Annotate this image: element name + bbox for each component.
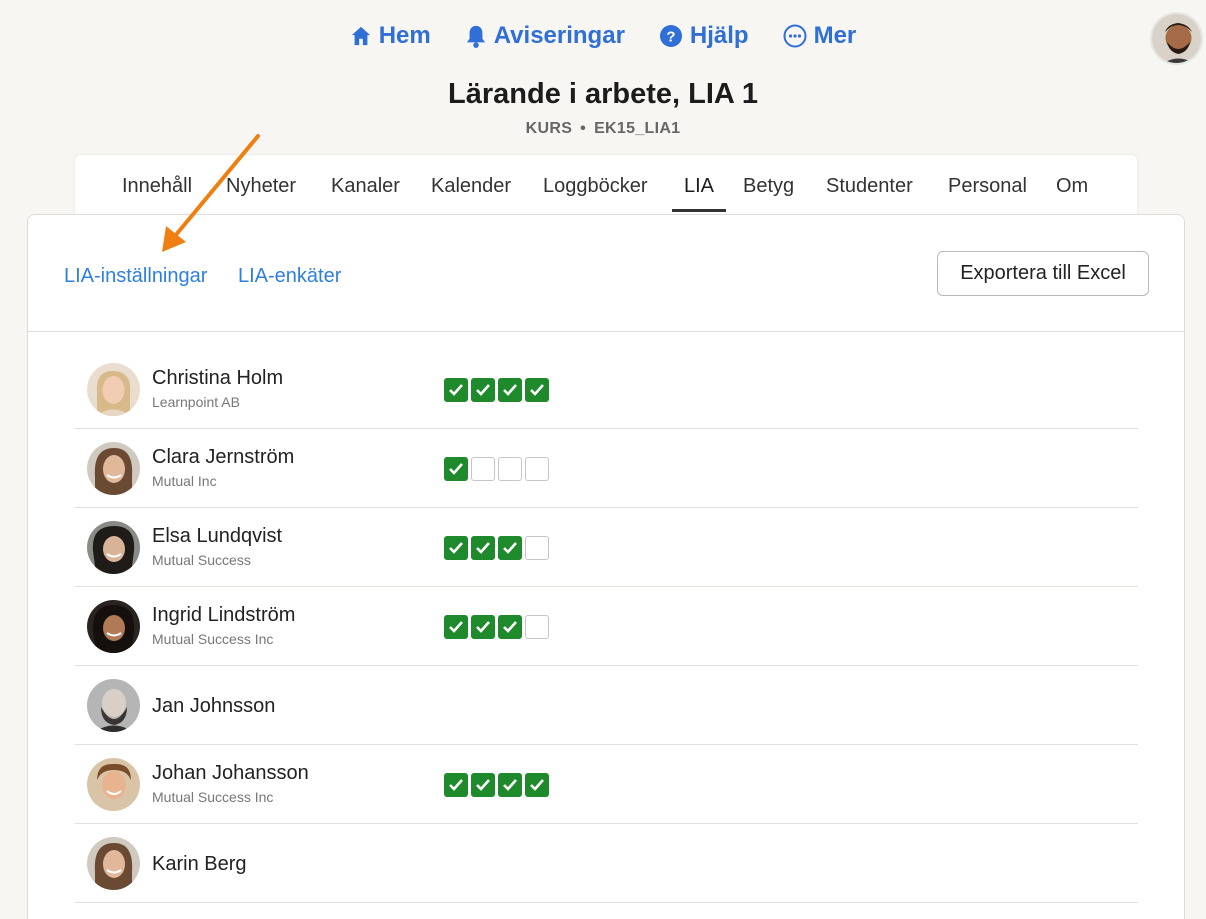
student-avatar (87, 442, 140, 495)
student-row[interactable]: Christina Holm Learnpoint AB (75, 350, 1138, 429)
student-row[interactable]: Jan Johnsson (75, 666, 1138, 745)
course-subtitle: KURS • EK15_LIA1 (0, 120, 1206, 138)
check-icon (444, 457, 468, 481)
check-icon (525, 378, 549, 402)
student-avatar (87, 679, 140, 732)
student-company: Mutual Success (152, 552, 251, 568)
student-name: Karin Berg (152, 853, 247, 875)
tab-betyg[interactable]: Betyg (743, 175, 794, 198)
student-list: Christina Holm Learnpoint AB Clara Jerns… (75, 350, 1138, 903)
student-company: Mutual Inc (152, 473, 217, 489)
student-name: Johan Johansson (152, 762, 309, 784)
empty-checkbox (525, 536, 549, 560)
top-navigation: Hem Aviseringar ? Hjälp Mer (0, 22, 1206, 50)
student-row[interactable]: Clara Jernström Mutual Inc (75, 429, 1138, 508)
check-icon (471, 615, 495, 639)
lia-settings-link[interactable]: LIA-inställningar (64, 265, 207, 288)
progress-checks (444, 773, 549, 797)
tab-lia[interactable]: LIA (671, 175, 727, 212)
nav-more[interactable]: Mer (783, 22, 857, 50)
student-company: Learnpoint AB (152, 394, 240, 410)
check-icon (444, 536, 468, 560)
lia-survey-link[interactable]: LIA-enkäter (238, 265, 341, 288)
student-name: Clara Jernström (152, 446, 295, 468)
check-icon (471, 378, 495, 402)
nav-more-label: Mer (813, 22, 857, 49)
lia-toolbar: LIA-inställningar LIA-enkäter Exportera … (28, 215, 1184, 332)
tab-om[interactable]: Om (1056, 175, 1088, 198)
student-name: Christina Holm (152, 367, 284, 389)
tab-personal[interactable]: Personal (948, 175, 1027, 198)
student-name: Ingrid Lindström (152, 604, 296, 626)
user-avatar[interactable] (1150, 12, 1203, 65)
empty-checkbox (525, 457, 549, 481)
check-icon (471, 773, 495, 797)
student-avatar (87, 600, 140, 653)
student-avatar (87, 521, 140, 574)
tab-kalender[interactable]: Kalender (431, 175, 511, 198)
tab-nyheter[interactable]: Nyheter (226, 175, 296, 198)
course-type: KURS (525, 120, 573, 137)
student-row[interactable]: Karin Berg (75, 824, 1138, 903)
tab-loggbocker[interactable]: Loggböcker (543, 175, 648, 198)
progress-checks (444, 378, 549, 402)
check-icon (444, 773, 468, 797)
student-row[interactable]: Elsa Lundqvist Mutual Success (75, 508, 1138, 587)
more-icon (783, 24, 807, 48)
student-name: Jan Johnsson (152, 695, 276, 717)
check-icon (525, 773, 549, 797)
nav-home-label: Hem (378, 22, 431, 49)
progress-checks (444, 615, 549, 639)
student-company: Mutual Success Inc (152, 631, 274, 647)
progress-checks (444, 457, 549, 481)
student-avatar (87, 363, 140, 416)
progress-checks (444, 536, 549, 560)
nav-notifications[interactable]: Aviseringar (465, 22, 625, 50)
check-icon (498, 378, 522, 402)
student-row[interactable]: Johan Johansson Mutual Success Inc (75, 745, 1138, 824)
student-company: Mutual Success Inc (152, 789, 274, 805)
tab-studenter[interactable]: Studenter (826, 175, 913, 198)
empty-checkbox (471, 457, 495, 481)
nav-home[interactable]: Hem (350, 22, 431, 50)
empty-checkbox (498, 457, 522, 481)
student-row[interactable]: Ingrid Lindström Mutual Success Inc (75, 587, 1138, 666)
nav-help-label: Hjälp (689, 22, 749, 49)
lia-card: LIA-inställningar LIA-enkäter Exportera … (27, 214, 1185, 919)
student-avatar (87, 837, 140, 890)
bell-icon (465, 24, 487, 48)
nav-help[interactable]: ? Hjälp (659, 22, 749, 50)
check-icon (498, 536, 522, 560)
check-icon (498, 773, 522, 797)
student-name: Elsa Lundqvist (152, 525, 283, 547)
check-icon (471, 536, 495, 560)
tab-kanaler[interactable]: Kanaler (331, 175, 400, 198)
help-icon: ? (659, 24, 683, 48)
student-avatar (87, 758, 140, 811)
tab-innehall[interactable]: Innehåll (122, 175, 192, 198)
svg-text:?: ? (666, 29, 675, 46)
course-code: EK15_LIA1 (594, 120, 681, 137)
separator-dot: • (580, 120, 587, 137)
empty-checkbox (525, 615, 549, 639)
check-icon (444, 615, 468, 639)
export-excel-button[interactable]: Exportera till Excel (937, 251, 1149, 296)
course-tabs: Innehåll Nyheter Kanaler Kalender Loggbö… (75, 155, 1137, 215)
check-icon (498, 615, 522, 639)
check-icon (444, 378, 468, 402)
home-icon (350, 25, 372, 47)
nav-notifications-label: Aviseringar (493, 22, 625, 49)
course-title: Lärande i arbete, LIA 1 (448, 78, 758, 110)
